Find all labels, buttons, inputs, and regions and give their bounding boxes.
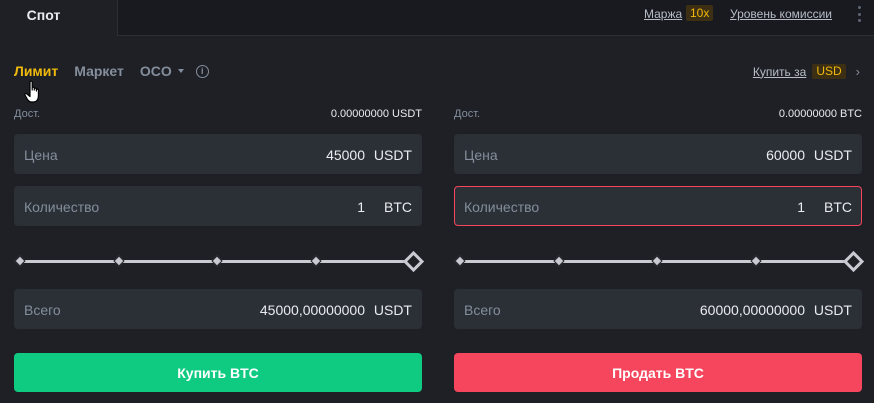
quantity-value: 1 xyxy=(357,199,365,215)
price-label: Цена xyxy=(24,147,58,163)
slider-mark-25[interactable] xyxy=(553,255,565,267)
total-unit: USDT xyxy=(373,302,412,318)
total-value: 45000,00000000 xyxy=(259,302,365,318)
available-value: 0.00000000 BTC xyxy=(778,108,862,120)
sell-price-input[interactable]: Цена 60000 USDT xyxy=(454,134,862,174)
total-label: Всего xyxy=(464,302,501,318)
available-label: Дост. xyxy=(14,108,41,120)
total-label: Всего xyxy=(24,302,61,318)
available-value: 0.00000000 USDT xyxy=(330,108,422,120)
tab-spot[interactable]: Спот xyxy=(0,0,118,36)
price-label: Цена xyxy=(464,147,498,163)
tab-market[interactable]: Маркет xyxy=(74,63,124,79)
price-unit: USDT xyxy=(373,147,412,163)
buy-price-input[interactable]: Цена 45000 USDT xyxy=(14,134,422,174)
slider-mark-75[interactable] xyxy=(310,255,322,267)
buy-for-selector[interactable]: Купить за USD › xyxy=(753,64,860,79)
tab-oco-label: OCO xyxy=(139,63,172,79)
order-type-tabs: Лимит Маркет OCO i xyxy=(14,62,209,80)
sell-total-input[interactable]: Всего 60000,00000000 USDT xyxy=(454,289,862,329)
tab-spot-label: Спот xyxy=(26,7,61,23)
margin-link[interactable]: Маржа xyxy=(644,7,682,21)
buy-for-label: Купить за xyxy=(752,64,807,79)
info-icon[interactable]: i xyxy=(195,64,209,78)
quantity-unit: BTC xyxy=(384,199,412,215)
sell-btc-button[interactable]: Продать BTC xyxy=(454,353,862,392)
more-options-icon[interactable] xyxy=(856,6,862,22)
quantity-label: Количество xyxy=(464,199,540,215)
buy-available: Дост. 0.00000000 USDT xyxy=(14,108,422,122)
slider-mark-50[interactable] xyxy=(211,255,223,267)
price-value: 45000 xyxy=(326,147,365,163)
available-label: Дост. xyxy=(454,108,481,120)
sell-percent-slider[interactable] xyxy=(454,250,865,273)
hand-cursor-icon xyxy=(24,80,39,103)
slider-mark-75[interactable] xyxy=(750,255,762,267)
price-unit: USDT xyxy=(813,147,852,163)
total-unit: USDT xyxy=(813,302,852,318)
buy-percent-slider[interactable] xyxy=(14,250,425,273)
caret-down-icon xyxy=(177,69,184,73)
buy-quantity-input[interactable]: Количество 1 BTC xyxy=(14,186,422,226)
total-value: 60000,00000000 xyxy=(699,302,805,318)
top-bar: Спот Маржа 10x Уровень комиссии xyxy=(0,0,874,36)
chevron-right-icon: › xyxy=(855,64,860,79)
sell-quantity-input[interactable]: Количество 1 BTC xyxy=(454,186,862,226)
slider-mark-50[interactable] xyxy=(651,255,663,267)
sell-available: Дост. 0.00000000 BTC xyxy=(454,108,862,122)
fee-level-link[interactable]: Уровень комиссии xyxy=(730,7,832,21)
slider-handle[interactable] xyxy=(842,250,865,273)
tab-oco[interactable]: OCO xyxy=(140,63,184,79)
tab-limit[interactable]: Лимит xyxy=(14,63,58,79)
buy-for-currency-badge: USD xyxy=(812,64,846,79)
buy-total-input[interactable]: Всего 45000,00000000 USDT xyxy=(14,289,422,329)
buy-btc-button[interactable]: Купить BTC xyxy=(14,353,422,392)
quantity-value: 1 xyxy=(797,199,805,215)
slider-handle[interactable] xyxy=(402,250,425,273)
slider-mark-0[interactable] xyxy=(454,255,466,267)
quantity-label: Количество xyxy=(24,199,100,215)
slider-mark-25[interactable] xyxy=(113,255,125,267)
price-value: 60000 xyxy=(766,147,805,163)
quantity-unit: BTC xyxy=(824,199,852,215)
leverage-badge[interactable]: 10x xyxy=(686,5,714,21)
slider-mark-0[interactable] xyxy=(14,255,26,267)
